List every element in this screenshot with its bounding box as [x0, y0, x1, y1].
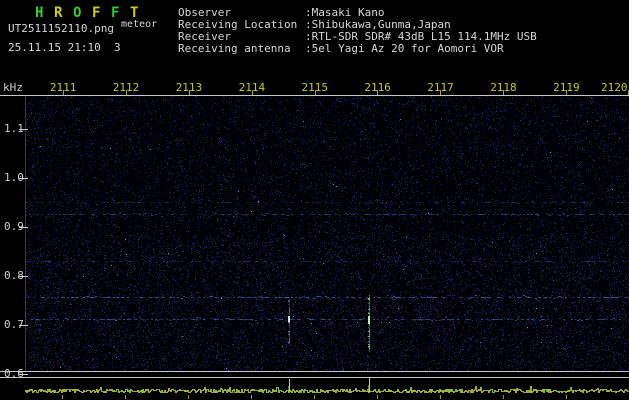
app-title-letter: H	[35, 5, 44, 21]
time-tick-label: 2111	[49, 81, 77, 94]
time-tick-label: 2114	[238, 81, 266, 94]
spectrogram-canvas	[25, 96, 629, 371]
freq-tick-label: 0.7	[4, 318, 24, 331]
freq-tick-label: 1.0	[4, 171, 24, 184]
app-title-letter: O	[73, 5, 82, 21]
header-info: Observer:Masaki Kano Receiving Location:S…	[178, 7, 537, 55]
header-info-value: :5el Yagi Az 20 for Aomori VOR	[305, 42, 504, 55]
hrofft-spectrogram-screenshot: 2111 2112 2113 2114 2115 2116 2117 2118 2119 2120…	[0, 0, 629, 400]
plot-top-border	[0, 95, 629, 96]
freq-tick-label: 1.1	[4, 122, 24, 135]
freq-axis-line	[25, 96, 26, 371]
station-label: meteor	[121, 19, 158, 30]
time-tick-label: 2119	[553, 81, 580, 94]
freq-tick-mark	[19, 374, 28, 375]
level-strip-top-border	[0, 377, 629, 378]
freq-tick-label: 0.8	[4, 269, 24, 282]
khz-unit-label: kHz	[3, 81, 23, 94]
time-tick-label: 2120	[601, 81, 628, 94]
level-trace-canvas	[25, 378, 629, 399]
time-tick-label: 2112	[112, 81, 140, 94]
plot-bottom-border	[0, 371, 629, 372]
time-tick-label: 2113	[175, 81, 203, 94]
app-title-letter: F	[92, 5, 101, 21]
output-filename: UT2511152110.png	[8, 22, 114, 35]
header-info-label: Receiving antenna	[178, 42, 291, 55]
freq-tick-label: 0.6	[4, 367, 24, 380]
time-tick-label: 2118	[490, 81, 517, 94]
header-info-row: Receiving antenna :5el Yagi Az 20 for Aom…	[178, 43, 537, 55]
app-title-letter: R	[54, 5, 63, 21]
time-tick-label: 2117	[427, 81, 454, 94]
freq-tick-label: 0.9	[4, 220, 24, 233]
time-tick-label: 2115	[301, 81, 329, 94]
observation-datetime: 25.11.15 21:10 3	[8, 41, 121, 54]
time-tick-label: 2116	[364, 81, 391, 94]
